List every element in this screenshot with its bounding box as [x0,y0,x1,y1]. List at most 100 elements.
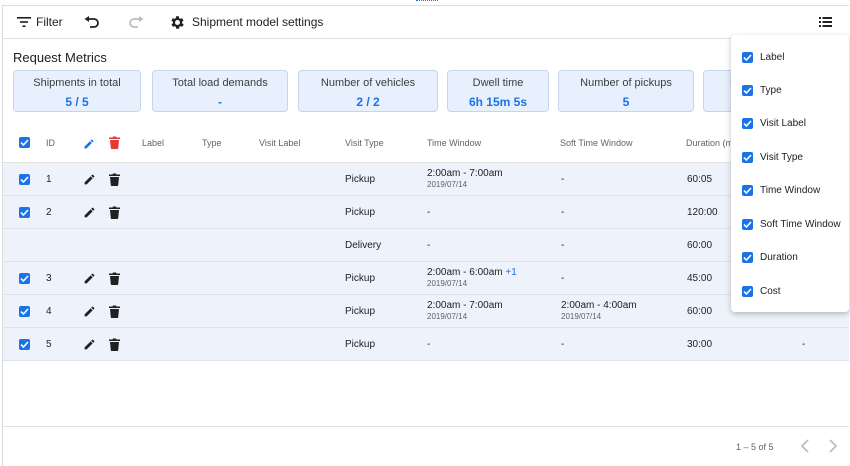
header-time-window[interactable]: Time Window [427,124,481,162]
menu-checkbox[interactable] [742,219,753,230]
time-window-value: 2:00am - 7:00am [427,168,503,179]
gear-icon [169,14,186,31]
menu-checkbox[interactable] [742,286,753,297]
menu-checkbox[interactable] [742,185,753,196]
header-id[interactable]: ID [46,124,55,162]
menu-item-duration[interactable]: Duration [731,241,849,274]
redo-button[interactable] [128,6,144,38]
row-checkbox[interactable] [19,207,30,218]
header-soft-time-window[interactable]: Soft Time Window [560,124,633,162]
time-window-value: 2:00am - 7:00am [427,300,503,311]
cell-visit-type: Pickup [345,174,376,185]
table-footer-divider [3,426,849,427]
undo-button[interactable] [84,6,100,38]
metric-card-dwell-time: Dwell time 6h 15m 5s [447,70,549,112]
edit-icon[interactable] [83,305,96,323]
soft-time-window-date: 2019/07/14 [561,312,602,321]
table-row[interactable]: 1 Pickup 2:00am - 7:00am 2019/07/14 - 60:… [3,163,849,196]
menu-item-text: Time Window [760,185,821,196]
shipment-model-settings-button[interactable]: Shipment model settings [169,6,323,38]
delete-icon[interactable] [109,338,120,356]
header-visit-label[interactable]: Visit Label [259,124,300,162]
metric-value: 6h 15m 5s [468,95,528,109]
drag-handle-indicator [416,0,438,3]
edit-icon[interactable] [83,173,96,191]
cell-duration: 60:05 [687,174,713,185]
settings-label: Shipment model settings [192,15,324,29]
request-metrics-title: Request Metrics [13,50,107,65]
cell-time-window: 2:00am - 7:00am 2019/07/14 [427,168,503,189]
row-checkbox[interactable] [19,339,30,350]
cell-time-window: - [427,339,431,350]
edit-icon[interactable] [83,272,96,290]
menu-item-cost[interactable]: Cost [731,275,849,308]
row-checkbox[interactable] [19,273,30,284]
menu-checkbox[interactable] [742,152,753,163]
menu-item-text: Soft Time Window [760,219,841,230]
header-visit-type[interactable]: Visit Type [345,124,384,162]
delete-icon[interactable] [109,173,120,191]
menu-checkbox[interactable] [742,252,753,263]
cell-visit-type: Pickup [345,306,376,317]
menu-item-text: Duration [760,252,798,263]
edit-all-icon[interactable] [83,137,95,155]
metric-value: - [218,95,222,109]
next-page-button[interactable] [828,439,838,458]
cell-id: 4 [46,306,52,317]
cell-visit-type: Pickup [345,339,376,350]
metric-label: Total load demands [172,77,268,89]
delete-all-icon[interactable] [109,136,120,154]
cell-soft-time-window: - [561,273,565,284]
cell-duration: 60:00 [687,240,713,251]
metric-label: Number of pickups [580,77,672,89]
cell-visit-type: Pickup [345,273,376,284]
metric-value: 2 / 2 [356,95,380,109]
header-type[interactable]: Type [202,124,222,162]
menu-checkbox[interactable] [742,85,753,96]
delete-icon[interactable] [109,206,120,224]
previous-page-button[interactable] [800,439,810,458]
delete-icon[interactable] [109,272,120,290]
edit-icon[interactable] [83,338,96,356]
filter-icon [17,17,31,27]
cell-id: 3 [46,273,52,284]
edit-icon[interactable] [83,206,96,224]
column-menu-button[interactable] [819,6,832,38]
cell-visit-type: Delivery [345,240,382,251]
table-row[interactable]: 3 Pickup 2:00am - 6:00am +1 2019/07/14 - … [3,262,849,295]
soft-time-window-value: 2:00am - 4:00am [561,300,637,311]
menu-item-type[interactable]: Type [731,74,849,107]
menu-item-label[interactable]: Label [731,41,849,74]
row-checkbox[interactable] [19,174,30,185]
menu-item-visit-type[interactable]: Visit Type [731,141,849,174]
row-checkbox[interactable] [19,306,30,317]
filter-button[interactable]: Filter [17,6,63,38]
table-row[interactable]: 4 Pickup 2:00am - 7:00am 2019/07/14 2:00a… [3,295,849,328]
table-row[interactable]: 2 Pickup - - 120:00 [3,196,849,229]
menu-item-text: Cost [760,286,781,297]
delete-icon[interactable] [109,305,120,323]
table-row[interactable]: Delivery - - 60:00 [3,229,849,262]
cell-time-window: - [427,240,431,251]
cell-id: 1 [46,174,52,185]
cell-duration: 60:00 [687,306,713,317]
metric-card-load-demands: Total load demands - [152,70,288,112]
header-label[interactable]: Label [142,124,164,162]
cell-cost: - [802,339,806,350]
menu-item-time-window[interactable]: Time Window [731,174,849,207]
menu-checkbox[interactable] [742,52,753,63]
cell-duration: 45:00 [687,273,713,284]
select-all-checkbox[interactable] [19,137,30,148]
cell-soft-time-window: - [561,174,565,185]
table-row[interactable]: 5 Pickup - - 30:00 - [3,328,849,361]
chevron-right-icon [828,439,838,457]
header-duration[interactable]: Duration (m [686,124,733,162]
pagination-range: 1 – 5 of 5 [736,442,774,452]
table-header: ID Label Type Visit Label Visit Type Tim… [3,124,849,163]
menu-item-soft-time-window[interactable]: Soft Time Window [731,208,849,241]
list-icon [819,17,832,27]
menu-item-visit-label[interactable]: Visit Label [731,107,849,140]
menu-checkbox[interactable] [742,118,753,129]
menu-item-text: Visit Label [760,118,806,129]
metric-value: 5 / 5 [65,95,89,109]
